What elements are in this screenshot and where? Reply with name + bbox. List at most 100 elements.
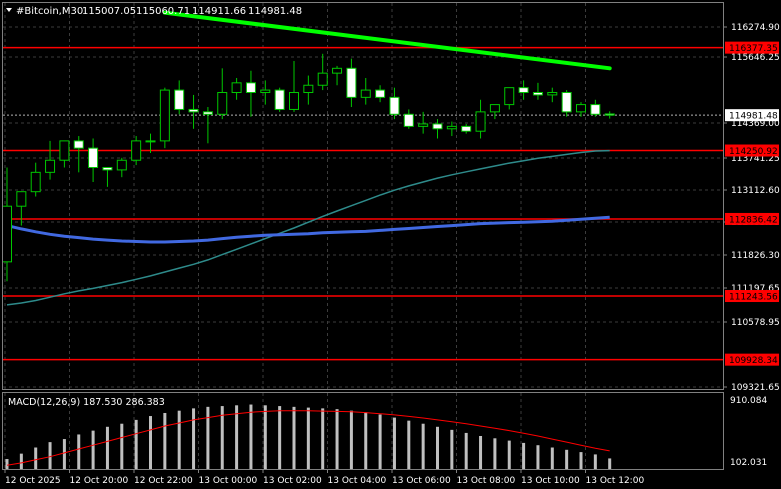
macd-histogram-bar [34,447,38,469]
macd-histogram-bar [235,405,239,469]
macd-histogram-bar [565,449,569,469]
candle-body [2,205,12,263]
candle-body [547,92,558,96]
macd-histogram-bar [278,406,282,469]
candle-body [88,147,99,168]
macd-histogram-bar [378,414,382,469]
candle-body [159,89,170,142]
macd-histogram-bar [91,430,95,469]
candle-body [16,191,27,207]
macd-top-tick: 910.084 [730,396,767,406]
macd-histogram-bar [19,453,23,469]
price-tick-label: 115646.25 [731,53,780,63]
macd-histogram-bar [263,405,267,469]
candle-body [131,140,142,161]
macd-histogram-bar [77,434,81,469]
price-tick-label: 109321.65 [731,383,780,393]
time-tick-label: 13 Oct 06:00 [392,476,451,486]
macd-histogram-bar [349,410,353,469]
macd-histogram-bar [392,417,396,469]
macd-histogram-bar [48,442,52,469]
time-tick-label: 13 Oct 04:00 [328,476,387,486]
macd-histogram-bar [177,410,181,469]
time-tick-label: 13 Oct 10:00 [521,476,580,486]
macd-histogram-bar [62,439,66,469]
candle-body [174,89,185,110]
macd-histogram-bar [579,452,583,469]
macd-histogram-bar [421,423,425,469]
macd-histogram-bar [105,426,109,469]
macd-histogram-bar [134,419,138,469]
macd-histogram-bar [5,459,9,469]
macd-histogram-bar [536,445,540,469]
candle-body [403,113,414,127]
macd-bottom-tick: 102.031 [730,458,767,468]
macd-histogram-bar [206,406,210,469]
time-tick-label: 12 Oct 2025 [5,476,61,486]
price-tick-label: 110578.95 [731,318,780,328]
candle-body [303,84,314,94]
macd-histogram-bar [192,408,196,469]
candle-body [217,92,228,115]
time-tick-label: 12 Oct 22:00 [134,476,193,486]
level-price-label: 114250.92 [729,147,778,157]
macd-histogram-bar [335,409,339,469]
candle-body [317,72,328,86]
ohlc-low: 114911.66 [192,6,246,17]
candle-body [432,123,443,130]
time-tick-label: 13 Oct 12:00 [586,476,645,486]
candle-body [231,82,242,94]
macd-histogram-bar [321,408,325,469]
level-price-label: 109928.34 [729,356,778,366]
ohlc-open: 115007.05 [82,6,136,17]
macd-histogram-bar [292,406,296,469]
candle-body [504,87,515,106]
time-tick-label: 13 Oct 08:00 [457,476,516,486]
price-tick-label: 116274.90 [731,23,780,33]
macd-histogram-bar [364,412,368,469]
level-price-label: 116377.35 [729,44,778,54]
candle-body [518,87,529,94]
candle-body [461,125,472,132]
candle [159,87,170,149]
time-tick-label: 12 Oct 20:00 [70,476,129,486]
price-tick-label: 111826.30 [731,251,780,261]
candle [131,136,142,166]
candle-body [202,111,213,115]
candle-body [418,123,429,127]
candle-body [59,140,70,161]
current-price-label: 114981.48 [729,112,778,122]
candle-body [332,67,343,74]
time-tick-label: 13 Oct 00:00 [199,476,258,486]
macd-histogram-bar [479,435,483,469]
price-tick-label: 113112.60 [731,186,780,196]
macd-histogram-bar [608,458,612,469]
candle-body [561,92,572,113]
symbol-label: #Bitcoin,M30 [16,6,83,17]
candle-body [116,159,127,171]
macd-histogram-bar [249,404,253,469]
macd-histogram-bar [120,423,124,469]
candle-body [145,140,156,143]
macd-histogram-bar [163,412,167,469]
candle-body [73,140,84,149]
macd-histogram-bar [493,438,497,469]
candle-body [30,171,41,193]
candle-body [188,108,199,113]
candle-body [489,104,500,113]
candle-body [576,104,586,113]
trading-chart[interactable]: 116274.90115646.25114369.00113741.251131… [0,0,781,489]
macd-histogram-bar [464,432,468,469]
macd-histogram-bar [593,454,597,469]
macd-histogram-bar [407,420,411,469]
macd-histogram-bar [306,407,310,469]
candle-body [245,82,256,94]
ohlc-close: 114981.48 [248,6,302,17]
candle-body [375,89,386,98]
candle-body [274,89,285,110]
macd-histogram-bar [507,440,511,469]
macd-histogram-bar [436,426,439,469]
time-tick-label: 13 Oct 02:00 [263,476,322,486]
chart-background [0,0,781,489]
candle-body [475,111,486,132]
